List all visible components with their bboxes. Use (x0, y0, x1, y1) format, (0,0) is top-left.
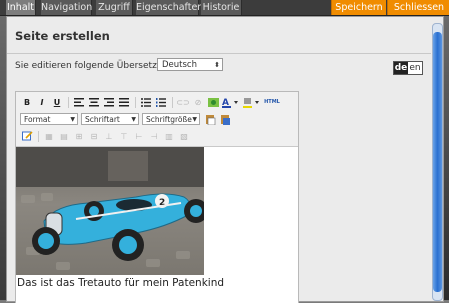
row-delete-icon[interactable]: ⊟ (87, 130, 101, 142)
split-cells-icon[interactable]: ▧ (177, 130, 191, 142)
lang-de-button[interactable]: de (394, 62, 408, 74)
link-icon[interactable]: ⊂⊃ (176, 96, 190, 108)
image-icon[interactable] (206, 96, 220, 108)
unlink-icon[interactable]: ⊘ (191, 96, 205, 108)
toolbar-separator (68, 96, 69, 108)
align-justify-icon[interactable] (117, 96, 131, 108)
top-tab-bar: Inhalt Navigation Zugriff Eigenschaften … (0, 0, 449, 16)
image-caption: Das ist das Tretauto für mein Patenkind (17, 277, 225, 289)
align-right-icon[interactable] (102, 96, 116, 108)
align-center-icon[interactable] (87, 96, 101, 108)
table-icon[interactable]: ▦ (42, 130, 56, 142)
tab-navigation[interactable]: Navigation (41, 0, 92, 15)
save-button[interactable]: Speichern (331, 0, 386, 15)
chevron-down-icon: ▼ (131, 116, 136, 123)
translation-select[interactable]: Deutsch ⬍ (157, 58, 223, 71)
vertical-scrollbar[interactable] (432, 23, 443, 301)
chevron-down-icon: ▼ (70, 116, 75, 123)
rich-text-editor: B I U ⊂⊃ ⊘ A HTML Format ▼ Schriftart ▼ … (15, 91, 299, 303)
create-page-dialog: Seite erstellen Sie editieren folgende Ü… (6, 16, 444, 303)
toolbar-row-2: Format ▼ Schriftart ▼ Schriftgröße ▼ (20, 112, 233, 126)
translation-label: Sie editieren folgende Übersetzung: (15, 61, 177, 71)
pedal-car-image: 2 (16, 147, 204, 275)
toolbar-separator (135, 96, 136, 108)
font-size-select-value: Schriftgröße (146, 115, 192, 124)
row-props-icon[interactable]: ⊥ (102, 130, 116, 142)
title-divider (7, 53, 431, 54)
text-color-icon[interactable]: A (221, 96, 241, 108)
chevron-down-icon: ▼ (192, 116, 197, 123)
toolbar-separator (172, 96, 173, 108)
tab-eigenschaften[interactable]: Eigenschaften (136, 0, 203, 15)
paste-icon[interactable] (203, 113, 217, 125)
font-family-select[interactable]: Schriftart ▼ (81, 113, 139, 125)
toolbar-row-1: B I U ⊂⊃ ⊘ A HTML (20, 95, 282, 109)
select-arrows-icon: ⬍ (214, 61, 220, 69)
html-source-button[interactable]: HTML (263, 96, 281, 108)
merge-cells-icon[interactable]: ▥ (162, 130, 176, 142)
tab-historie[interactable]: Historie (201, 0, 242, 15)
language-toggle: de en (393, 61, 423, 75)
close-button[interactable]: Schliessen (387, 0, 449, 15)
numbered-list-icon[interactable] (154, 96, 168, 108)
col-props-icon[interactable]: ⊣ (147, 130, 161, 142)
bullet-list-icon[interactable] (139, 96, 153, 108)
translation-select-value: Deutsch (162, 60, 197, 70)
bold-button[interactable]: B (20, 96, 34, 108)
paste-word-icon[interactable] (218, 113, 232, 125)
underline-button[interactable]: U (50, 96, 64, 108)
row-insert-icon[interactable]: ⊞ (72, 130, 86, 142)
format-select[interactable]: Format ▼ (20, 113, 78, 125)
tab-zugriff[interactable]: Zugriff (96, 0, 133, 15)
italic-button[interactable]: I (35, 96, 49, 108)
toolbar-separator (38, 130, 39, 142)
highlight-color-icon[interactable] (242, 96, 262, 108)
font-family-select-value: Schriftart (85, 115, 120, 124)
format-select-value: Format (24, 115, 51, 124)
font-size-select[interactable]: Schriftgröße ▼ (142, 113, 200, 125)
align-left-icon[interactable] (72, 96, 86, 108)
toolbar-row-3: ▦ ▤ ⊞ ⊟ ⊥ ⊤ ⊢ ⊣ ▥ ▧ (20, 129, 192, 143)
dialog-title: Seite erstellen (15, 29, 110, 43)
col-delete-icon[interactable]: ⊢ (132, 130, 146, 142)
tab-inhalt[interactable]: Inhalt (6, 0, 36, 15)
edit-icon[interactable] (20, 130, 34, 142)
editor-content-area[interactable]: 2 Das ist das Tretauto für mein Patenkin… (16, 146, 298, 303)
lang-en-button[interactable]: en (408, 62, 422, 74)
table-properties-icon[interactable]: ▤ (57, 130, 71, 142)
col-insert-icon[interactable]: ⊤ (117, 130, 131, 142)
scrollbar-thumb[interactable] (433, 32, 442, 292)
